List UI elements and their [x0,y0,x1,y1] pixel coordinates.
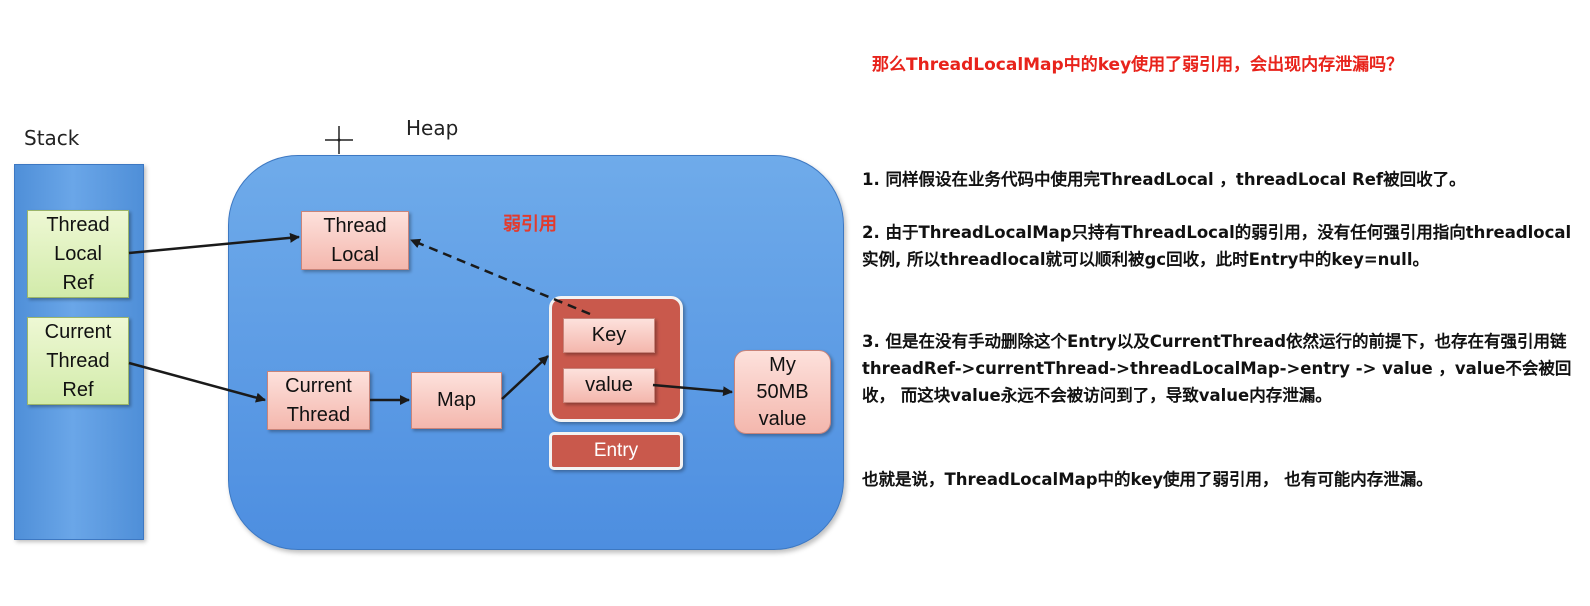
weak-reference-dashed-arrow [410,238,591,316]
paragraph-1: 1. 同样假设在业务代码中使用完ThreadLocal ，threadLocal… [862,170,1466,189]
arrow-value-to-my-value [652,383,733,397]
question-heading: 那么ThreadLocalMap中的key使用了弱引用，会出现内存泄漏吗？ [872,55,1404,75]
arrow-threadlocalref-to-threadlocal [128,232,300,255]
arrow-currentthreadref-to-currentthread [128,361,266,403]
paragraph-2: 2. 由于ThreadLocalMap只持有ThreadLocal的弱引用，没有… [862,223,1572,269]
arrow-map-to-entry [501,355,549,400]
paragraph-conclusion: 也就是说，ThreadLocalMap中的key使用了弱引用， 也有可能内存泄漏… [862,470,1433,489]
reference-arrows [128,232,733,405]
paragraph-3: 3. 但是在没有手动删除这个Entry以及CurrentThread依然运行的前… [862,332,1572,405]
